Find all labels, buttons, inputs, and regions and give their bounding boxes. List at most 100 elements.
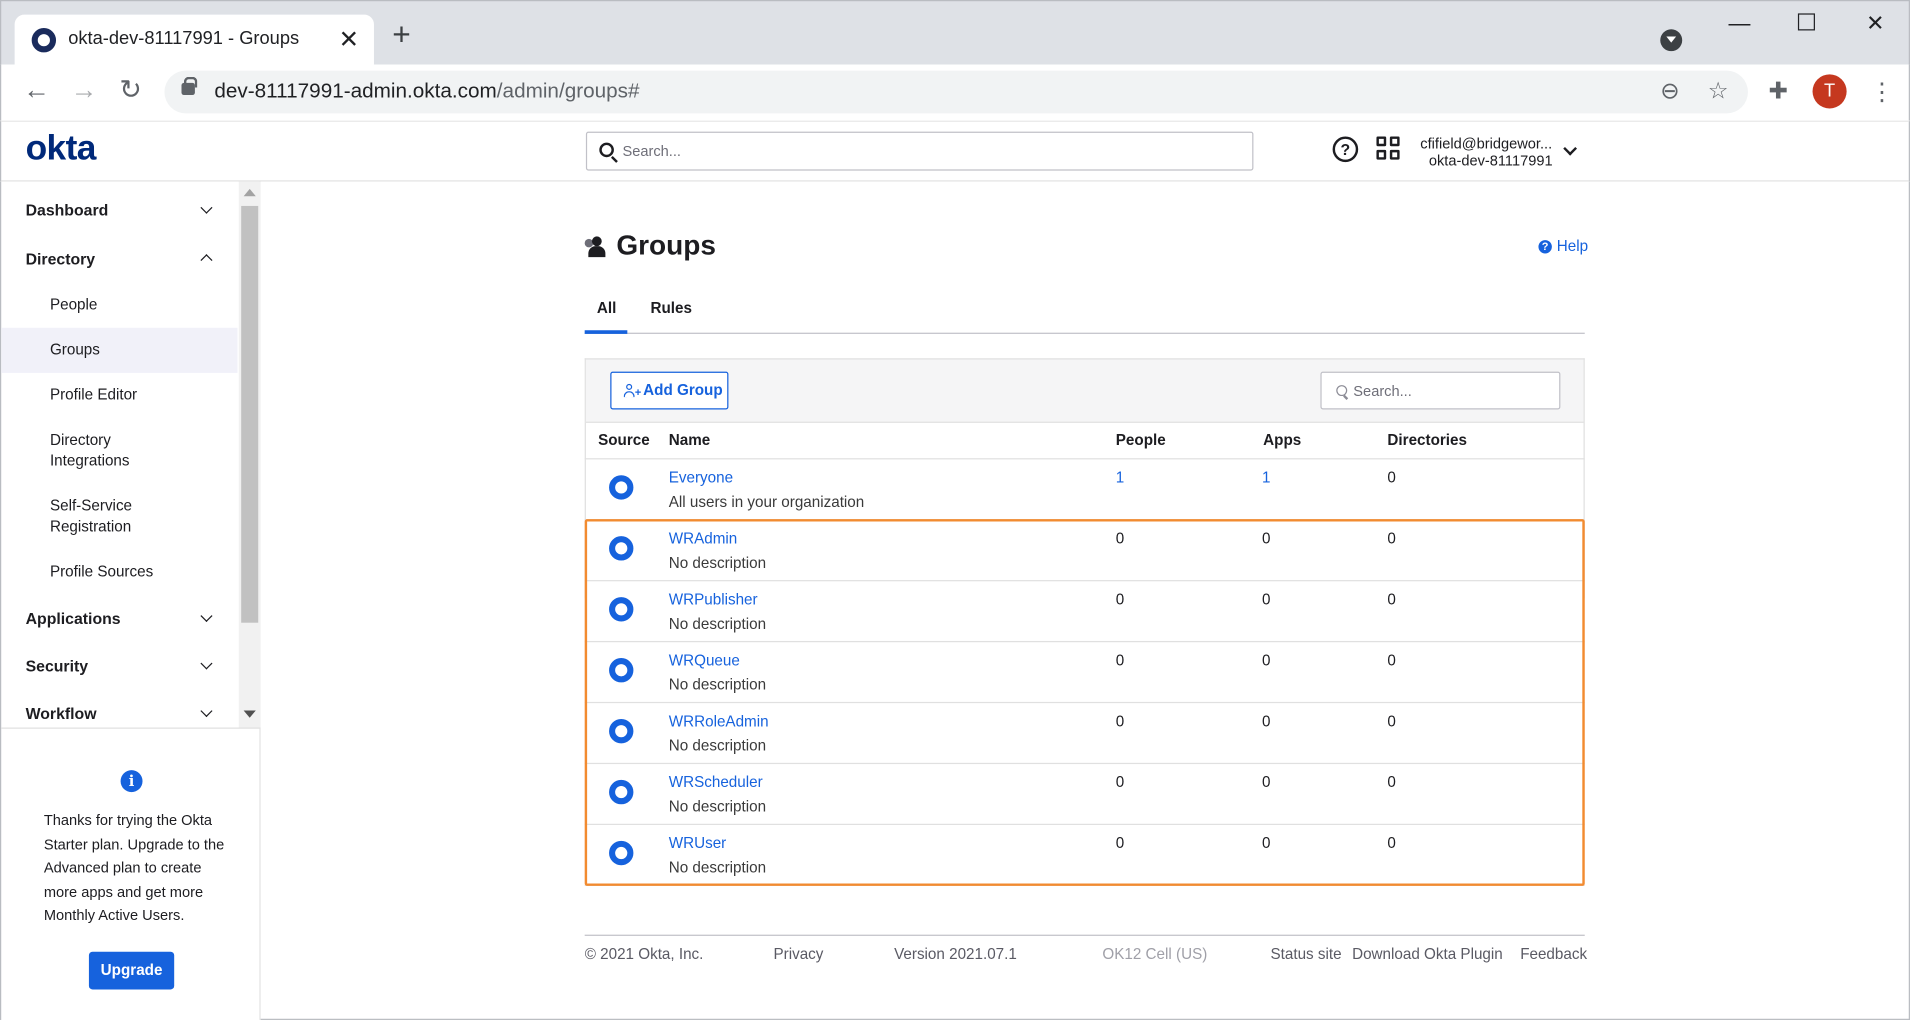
- chevron-down-icon[interactable]: [200, 609, 213, 623]
- okta-source-icon: [609, 597, 634, 622]
- upgrade-promo: i Thanks for trying the Okta Starter pla…: [1, 727, 261, 1020]
- scroll-down-icon[interactable]: [243, 710, 256, 718]
- tab-search-icon[interactable]: [1660, 29, 1683, 52]
- sidebar-item-applications[interactable]: Applications: [26, 609, 121, 627]
- maximize-icon[interactable]: [1797, 13, 1815, 31]
- group-name-link[interactable]: WRUser: [669, 835, 727, 852]
- sidebar-item-workflow[interactable]: Workflow: [26, 704, 97, 722]
- help-icon[interactable]: ?: [1332, 136, 1359, 163]
- group-name-link[interactable]: WRAdmin: [669, 530, 738, 547]
- address-bar[interactable]: dev-81117991-admin.okta.com/admin/groups…: [164, 70, 1748, 114]
- sidebar-item-security[interactable]: Security: [26, 657, 89, 675]
- sidebar-item-groups[interactable]: Groups: [50, 340, 221, 361]
- group-name-link[interactable]: WRScheduler: [669, 774, 763, 791]
- table-row[interactable]: WRScheduler No description 0 0 0: [584, 764, 1585, 825]
- okta-logo[interactable]: okta: [26, 129, 97, 169]
- directories-count: 0: [1387, 530, 1396, 548]
- browser-menu-icon[interactable]: ⋮: [1870, 77, 1894, 107]
- table-row[interactable]: WRRoleAdmin No description 0 0 0: [584, 703, 1585, 765]
- directories-count: 0: [1387, 834, 1396, 852]
- reload-icon[interactable]: ↻: [119, 76, 141, 104]
- people-count: 0: [1115, 591, 1125, 609]
- chevron-up-icon[interactable]: [200, 254, 213, 267]
- chevron-down-icon[interactable]: [200, 201, 213, 214]
- extensions-icon[interactable]: ✚: [1769, 78, 1788, 106]
- help-icon: ?: [1538, 240, 1552, 254]
- table-row[interactable]: Everyone All users in your organization 1 1…: [584, 459, 1585, 521]
- table-row[interactable]: WRQueue No description 0 0 0: [584, 642, 1585, 704]
- table-row[interactable]: WRAdmin No description 0 0 0: [584, 520, 1585, 582]
- app-grid-icon[interactable]: [1376, 136, 1402, 162]
- footer-feedback-link[interactable]: Feedback: [1520, 946, 1587, 963]
- scrollbar-thumb[interactable]: [241, 205, 259, 623]
- okta-favicon-icon: [31, 28, 57, 53]
- help-link[interactable]: ? Help: [1538, 238, 1588, 255]
- apps-count: 0: [1261, 530, 1271, 548]
- new-tab-icon[interactable]: +: [392, 18, 410, 50]
- close-window-icon[interactable]: ✕: [1866, 11, 1884, 37]
- group-description: No description: [668, 859, 767, 877]
- group-name-link[interactable]: WRQueue: [669, 652, 740, 669]
- bookmark-star-icon[interactable]: ☆: [1708, 78, 1729, 106]
- forward-icon[interactable]: →: [71, 76, 98, 104]
- tab-rules[interactable]: Rules: [650, 300, 691, 317]
- minimize-icon[interactable]: —: [1728, 11, 1750, 37]
- group-description: No description: [668, 554, 767, 572]
- footer-plugin-link[interactable]: Download Okta Plugin: [1352, 946, 1503, 963]
- column-header-source[interactable]: Source: [598, 431, 650, 448]
- sidebar-item-directory-integrations[interactable]: Directory Integrations: [50, 430, 160, 471]
- group-name-link[interactable]: Everyone: [669, 469, 733, 486]
- group-name-link[interactable]: WRRoleAdmin: [669, 713, 769, 730]
- directories-count: 0: [1387, 773, 1396, 791]
- apps-count[interactable]: 1: [1262, 469, 1270, 486]
- table-row[interactable]: WRUser No description 0 0 0: [584, 825, 1585, 886]
- apps-count: 0: [1261, 773, 1271, 791]
- column-header-name[interactable]: Name: [669, 431, 710, 448]
- sidebar-item-profile-sources[interactable]: Profile Sources: [50, 562, 221, 583]
- column-header-people[interactable]: People: [1116, 431, 1166, 448]
- back-icon[interactable]: ←: [23, 76, 50, 104]
- global-search-input[interactable]: Search...: [585, 131, 1254, 171]
- user-org[interactable]: okta-dev-81117991: [1429, 152, 1553, 169]
- sidebar-scrollbar[interactable]: [238, 181, 261, 728]
- directories-count: 0: [1387, 651, 1396, 670]
- group-description: All users in your organization: [668, 493, 865, 511]
- sidebar-item-profile-editor[interactable]: Profile Editor: [50, 385, 221, 406]
- sidebar-item-self-service-registration[interactable]: Self-Service Registration: [50, 496, 160, 537]
- active-tab-indicator: [584, 330, 628, 334]
- url-text[interactable]: dev-81117991-admin.okta.com/admin/groups…: [214, 79, 639, 103]
- promo-text: Thanks for trying the Okta Starter plan.…: [43, 811, 225, 924]
- profile-avatar[interactable]: T: [1812, 74, 1847, 109]
- global-search-placeholder: Search...: [622, 142, 681, 160]
- column-header-apps[interactable]: Apps: [1263, 431, 1301, 448]
- chevron-down-icon[interactable]: [200, 657, 213, 670]
- column-header-directories[interactable]: Directories: [1387, 431, 1467, 448]
- sidebar-item-dashboard[interactable]: Dashboard: [26, 201, 109, 219]
- footer-privacy-link[interactable]: Privacy: [773, 946, 823, 963]
- zoom-icon[interactable]: ⊖: [1660, 78, 1679, 106]
- table-search-placeholder: Search...: [1353, 382, 1412, 400]
- tab-all[interactable]: All: [597, 300, 616, 317]
- add-group-button[interactable]: + Add Group: [610, 371, 729, 410]
- tab-bar: All Rules: [584, 291, 1585, 334]
- footer-status-link[interactable]: Status site: [1270, 946, 1341, 963]
- table-search-input[interactable]: Search...: [1320, 371, 1561, 410]
- user-email[interactable]: cfifield@bridgewor...: [1420, 135, 1552, 152]
- table-row[interactable]: WRPublisher No description 0 0 0: [584, 581, 1585, 643]
- people-count: 0: [1115, 712, 1125, 730]
- sidebar-item-people[interactable]: People: [50, 295, 221, 316]
- chevron-down-icon[interactable]: [200, 705, 213, 718]
- group-name-link[interactable]: WRPublisher: [669, 591, 758, 608]
- chevron-down-icon[interactable]: [1563, 141, 1578, 156]
- info-icon: i: [120, 770, 143, 793]
- page-title: Groups: [616, 229, 716, 261]
- scroll-up-icon[interactable]: [243, 188, 256, 197]
- apps-count: 0: [1261, 712, 1271, 730]
- upgrade-button[interactable]: Upgrade: [88, 951, 175, 990]
- tab-close-icon[interactable]: ✕: [339, 24, 359, 54]
- people-count: 0: [1115, 773, 1125, 791]
- sidebar-item-directory[interactable]: Directory: [26, 250, 96, 268]
- browser-tab[interactable]: okta-dev-81117991 - Groups ✕: [14, 14, 374, 68]
- people-count: 0: [1115, 651, 1125, 670]
- people-count[interactable]: 1: [1116, 469, 1124, 486]
